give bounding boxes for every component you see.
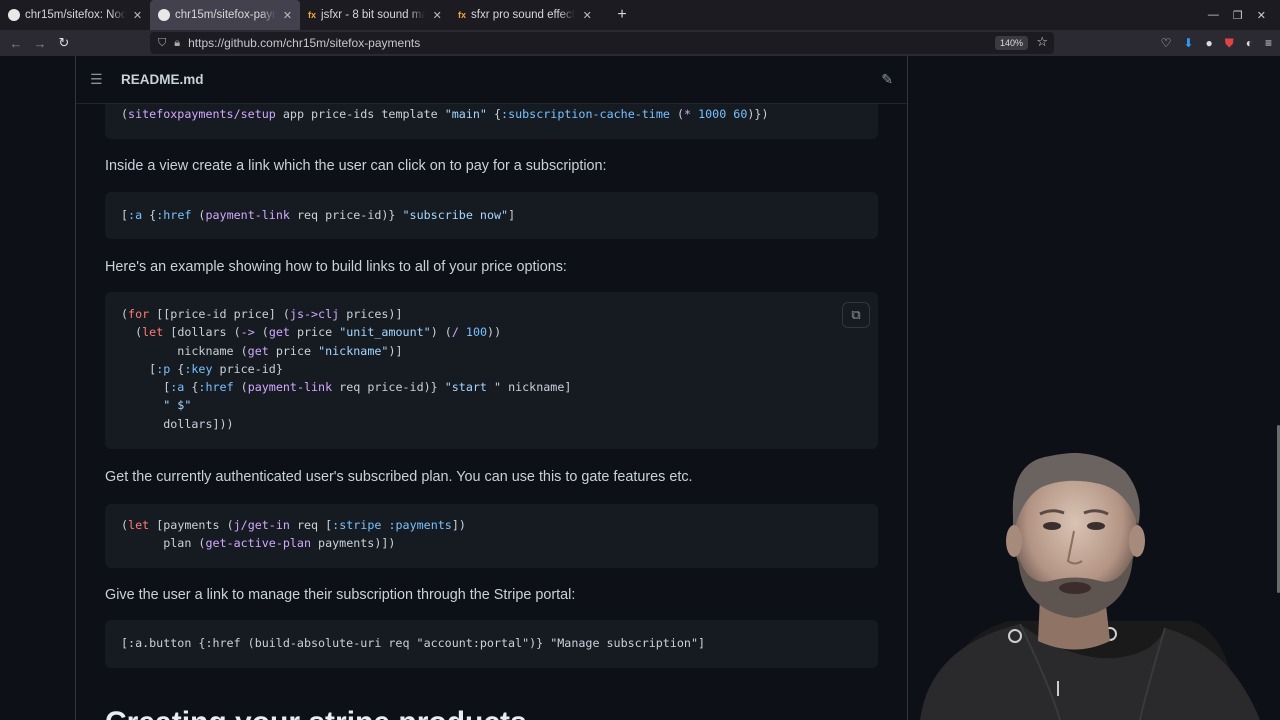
download-icon[interactable]: ⬇ xyxy=(1183,36,1193,50)
tab-title: chr15m/sitefox: Node xyxy=(25,9,126,21)
github-icon xyxy=(8,9,20,21)
code-line: plan (get-active-plan payments)]) xyxy=(121,536,396,551)
navigation-bar: ← → ↻ ⛉ 🔒︎ https://github.com/chr15m/sit… xyxy=(0,30,1280,56)
toolbar-buttons: ♡ ⬇ ● ⛊ ◐ ≡ xyxy=(1161,30,1272,56)
code-line: [:p {:key price-id} xyxy=(121,361,283,376)
url-bar[interactable]: ⛉ 🔒︎ https://github.com/chr15m/sitefox-p… xyxy=(150,32,1054,54)
tab-title: jsfxr - 8 bit sound make xyxy=(321,9,426,21)
account-icon[interactable]: ◐ xyxy=(1246,36,1253,50)
back-icon[interactable]: ← xyxy=(4,36,28,51)
code-line: [:a {:href (payment-link req price-id)} … xyxy=(121,380,572,395)
tab-title: sfxr pro sound effects p xyxy=(471,9,575,21)
code-block: (for [[price-id price] (js->clj prices)]… xyxy=(105,292,878,449)
tab-title: chr15m/sitefox-payme xyxy=(175,9,276,21)
paragraph: Here's an example showing how to build l… xyxy=(105,259,567,275)
fx-icon: fx xyxy=(458,10,467,20)
window-controls: — ❐ ✕ xyxy=(1208,0,1266,30)
bookmark-star-icon[interactable]: ☆ xyxy=(1036,34,1048,50)
code-line: (let [payments (j/get-in req [:stripe :p… xyxy=(121,518,466,532)
close-window-icon[interactable]: ✕ xyxy=(1257,9,1266,22)
code-line: (for [[price-id price] (js->clj prices)] xyxy=(121,307,403,321)
copy-icon[interactable]: ⧉ xyxy=(842,302,870,328)
code-block: [:a {:href (payment-link req price-id)} … xyxy=(105,192,878,239)
menu-icon[interactable]: ≡ xyxy=(1265,36,1272,50)
url-text[interactable]: https://github.com/chr15m/sitefox-paymen… xyxy=(188,36,420,50)
close-icon[interactable]: ✕ xyxy=(281,9,294,22)
minimize-icon[interactable]: — xyxy=(1208,9,1219,21)
tab-sitefox-payments[interactable]: chr15m/sitefox-payme ✕ xyxy=(150,0,300,30)
reload-icon[interactable]: ↻ xyxy=(52,35,76,51)
close-icon[interactable]: ✕ xyxy=(430,9,444,22)
close-icon[interactable]: ✕ xyxy=(131,9,144,22)
code-line: (let [dollars (-> (get price "unit_amoun… xyxy=(121,325,502,340)
code-block: [:a.button {:href (build-absolute-uri re… xyxy=(105,620,878,668)
code-line: " $" xyxy=(163,398,192,413)
close-icon[interactable]: ✕ xyxy=(580,9,594,22)
zoom-badge[interactable]: 140% xyxy=(994,36,1028,50)
new-tab-button[interactable]: + xyxy=(612,6,632,24)
extension-icon[interactable]: ● xyxy=(1205,36,1212,50)
webcam-overlay xyxy=(920,453,1260,720)
list-icon[interactable]: ☰ xyxy=(90,71,106,88)
tab-sitefox[interactable]: chr15m/sitefox: Node ✕ xyxy=(0,0,150,30)
maximize-icon[interactable]: ❐ xyxy=(1233,9,1243,22)
paragraph: Give the user a link to manage their sub… xyxy=(105,587,576,603)
github-icon xyxy=(158,9,170,21)
code-line: [:a {:href (payment-link req price-id)} … xyxy=(121,208,516,222)
page-content: ☰ README.md ✎ (sitefoxpayments/setup app… xyxy=(0,56,1280,720)
code-line: nickname (get price "nickname")] xyxy=(121,343,403,358)
tab-sfxr[interactable]: fx sfxr pro sound effects p ✕ xyxy=(450,0,600,30)
ublock-icon[interactable]: ⛊ xyxy=(1225,36,1234,51)
readme-header: ☰ README.md ✎ xyxy=(76,56,907,104)
pencil-icon[interactable]: ✎ xyxy=(881,71,893,88)
tab-bar: chr15m/sitefox: Node ✕ chr15m/sitefox-pa… xyxy=(0,0,1280,30)
section-heading: Creating your stripe products xyxy=(105,706,527,720)
lock-icon[interactable]: 🔒︎ xyxy=(174,37,180,50)
shield-icon[interactable]: ⛉ xyxy=(158,37,166,50)
code-block: (sitefoxpayments/setup app price-ids tem… xyxy=(105,104,878,139)
code-line: [:a.button {:href (build-absolute-uri re… xyxy=(121,636,706,650)
code-line: (sitefoxpayments/setup app price-ids tem… xyxy=(121,107,769,121)
readme-panel: ☰ README.md ✎ (sitefoxpayments/setup app… xyxy=(75,56,908,720)
pocket-icon[interactable]: ♡ xyxy=(1161,36,1172,50)
code-block: (let [payments (j/get-in req [:stripe :p… xyxy=(105,504,878,568)
paragraph: Get the currently authenticated user's s… xyxy=(105,469,693,485)
forward-icon[interactable]: → xyxy=(28,36,52,51)
code-line: dollars])) xyxy=(121,416,234,431)
readme-title: README.md xyxy=(121,72,204,87)
paragraph: Inside a view create a link which the us… xyxy=(105,158,607,174)
tab-jsfxr[interactable]: fx jsfxr - 8 bit sound make ✕ xyxy=(300,0,450,30)
fx-icon: fx xyxy=(308,10,317,20)
